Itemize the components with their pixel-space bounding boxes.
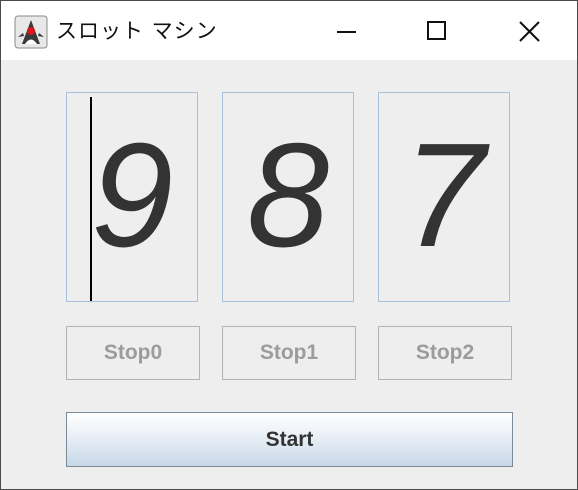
- start-button[interactable]: Start: [66, 412, 513, 467]
- stop2-button[interactable]: Stop2: [378, 326, 512, 380]
- maximize-button[interactable]: [413, 1, 459, 60]
- window-title: スロット マシン: [56, 19, 218, 43]
- java-duke-icon: [14, 15, 48, 49]
- reel-1-field[interactable]: 8: [222, 92, 354, 302]
- reel-2-field[interactable]: 7: [378, 92, 510, 302]
- app-window: スロット マシン 9 8 7 Stop0 Stop1 Stop2 Start: [0, 0, 578, 490]
- reel-0-value: 9: [90, 113, 174, 278]
- close-icon: [519, 21, 540, 42]
- reel-0-field[interactable]: 9: [66, 92, 198, 302]
- reel-2-value: 7: [402, 113, 486, 278]
- close-button[interactable]: [507, 1, 553, 60]
- minimize-button[interactable]: [323, 1, 369, 60]
- title-bar[interactable]: スロット マシン: [1, 1, 577, 60]
- reel-1-value: 8: [246, 113, 330, 278]
- stop0-button[interactable]: Stop0: [66, 326, 200, 380]
- minimize-icon: [337, 31, 356, 33]
- stop1-button[interactable]: Stop1: [222, 326, 356, 380]
- maximize-icon: [427, 21, 446, 40]
